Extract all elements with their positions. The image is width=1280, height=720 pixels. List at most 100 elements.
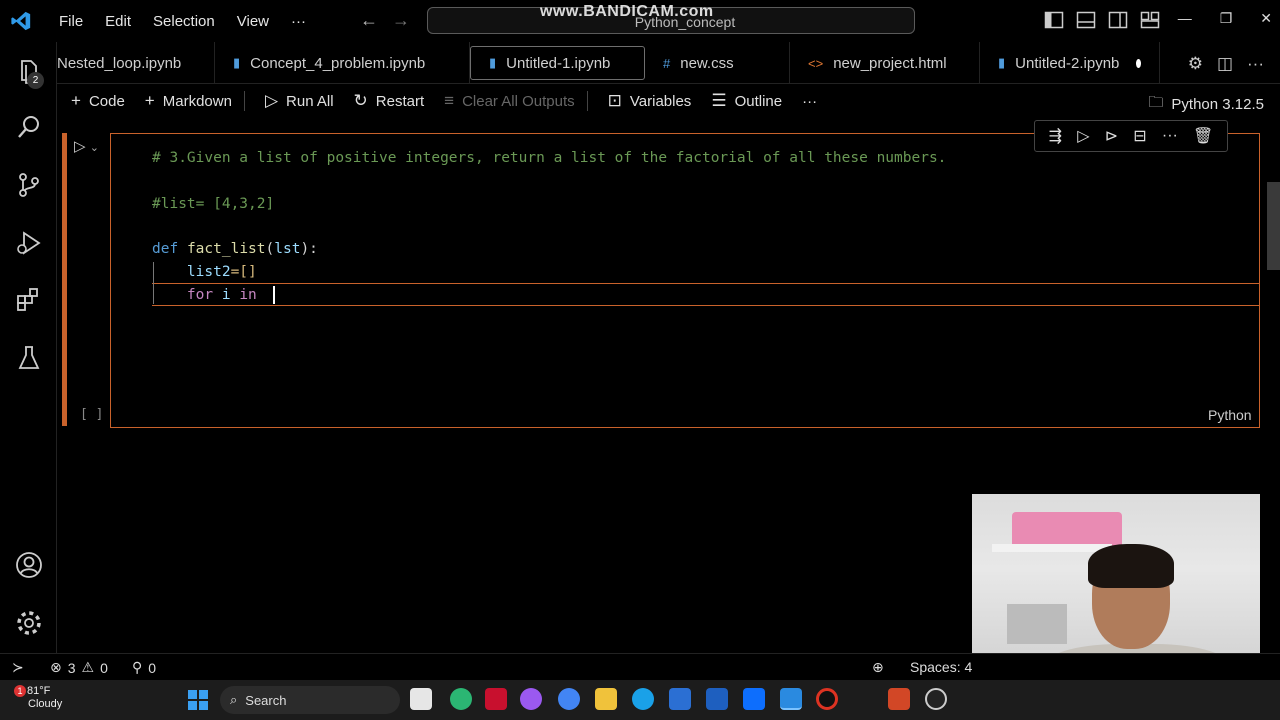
app-l-icon[interactable]	[706, 688, 728, 710]
vscode-logo-icon[interactable]	[10, 10, 32, 32]
tab-label: Nested_loop.ipynb	[57, 54, 182, 72]
menu-more[interactable]: ···	[280, 13, 317, 30]
unsaved-dot-icon[interactable]	[1136, 58, 1141, 68]
editor-tabs: Nested_loop.ipynb ▮ Concept_4_problem.ip…	[57, 42, 1280, 84]
tab-nested-loop[interactable]: Nested_loop.ipynb	[57, 42, 215, 84]
taskbar-search[interactable]: ⌕ Search	[220, 686, 400, 714]
source-control-icon[interactable]	[14, 170, 44, 200]
extensions-icon[interactable]	[14, 285, 44, 315]
run-cell-button[interactable]: ▷ ⌄	[74, 137, 99, 155]
text-cursor	[273, 286, 275, 304]
split-cell-icon[interactable]: ⊟	[1133, 126, 1146, 146]
cell-more-icon[interactable]: ···	[1162, 127, 1178, 145]
code-editor[interactable]: # 3.Given a list of positive integers, r…	[152, 147, 946, 307]
problems-indicator[interactable]: ⊗ 3 ⚠ 0	[50, 659, 108, 676]
menu-edit[interactable]: Edit	[94, 13, 142, 30]
toggle-primary-sidebar-icon[interactable]	[1044, 11, 1064, 29]
webcam-shelf	[992, 544, 1112, 552]
outline-label: Outline	[734, 92, 783, 110]
clear-all-outputs-button[interactable]: ≡ Clear All Outputs	[444, 91, 574, 111]
store-icon[interactable]	[669, 688, 691, 710]
cell-language-label[interactable]: Python	[1208, 407, 1252, 423]
variables-button[interactable]: ⊡ Variables	[608, 91, 692, 111]
activity-bar: 2	[0, 42, 57, 653]
settings-gear-icon[interactable]: ⚙	[1188, 54, 1203, 74]
back-arrow-icon[interactable]: ←	[360, 10, 378, 31]
weather-condition: Cloudy	[28, 698, 63, 710]
tab-label: Concept_4_problem.ipynb	[250, 54, 426, 72]
delete-cell-trash-icon[interactable]: 🗑	[1193, 126, 1213, 146]
plus-icon: +	[71, 91, 81, 110]
cell-toolbar: ⇶ ▷ ⊳ ⊟ ··· 🗑	[1034, 120, 1228, 152]
windows-start-icon[interactable]	[188, 690, 208, 710]
customize-layout-icon[interactable]	[1140, 11, 1160, 29]
account-icon[interactable]	[14, 550, 44, 580]
bandicam-icon[interactable]	[816, 688, 838, 710]
remote-indicator[interactable]: ≻	[12, 659, 24, 676]
chrome-icon[interactable]	[558, 688, 580, 710]
outline-button[interactable]: ☰ Outline	[711, 91, 782, 111]
toggle-panel-icon[interactable]	[1076, 11, 1096, 29]
temperature: 81°F	[27, 685, 51, 697]
edge-icon[interactable]	[632, 688, 654, 710]
weather-widget[interactable]: 1 81°F Cloudy	[14, 685, 65, 711]
restart-button[interactable]: ↻ Restart	[354, 91, 425, 111]
execute-below-icon[interactable]: ▷	[1077, 126, 1089, 146]
chatgpt-icon[interactable]	[450, 688, 472, 710]
menu-view[interactable]: View	[226, 13, 280, 30]
menu-bar: File Edit Selection View ···	[48, 13, 317, 30]
kernel-picker[interactable]: 🗀 Python 3.12.5	[1148, 92, 1264, 117]
error-count: 3	[67, 659, 76, 676]
toggle-secondary-sidebar-icon[interactable]	[1108, 11, 1128, 29]
window-controls: — ❐ ✕	[1178, 10, 1272, 27]
vertical-scrollbar[interactable]	[1267, 182, 1280, 270]
close-icon[interactable]: ✕	[1260, 10, 1272, 27]
menu-selection[interactable]: Selection	[142, 13, 226, 30]
tab-label: new_project.html	[833, 54, 947, 72]
toolbar-more-button[interactable]: ···	[802, 93, 817, 110]
run-debug-icon[interactable]	[14, 228, 44, 258]
tab-untitled-2[interactable]: ▮ Untitled-2.ipynb	[980, 42, 1160, 84]
clear-all-outputs-label: Clear All Outputs	[462, 92, 575, 110]
minimize-icon[interactable]: —	[1178, 10, 1192, 27]
tab-new-project-html[interactable]: <> new_project.html	[790, 42, 980, 84]
notebook-icon: ▮	[489, 55, 497, 70]
title-bar: File Edit Selection View ··· ← → Python_…	[0, 0, 1280, 42]
manage-gear-icon[interactable]	[14, 608, 44, 638]
more-actions-icon[interactable]: ···	[1247, 54, 1264, 74]
task-view-icon[interactable]	[410, 688, 432, 710]
copilot-icon[interactable]	[520, 688, 542, 710]
media-player-icon[interactable]	[925, 688, 947, 710]
file-explorer-icon[interactable]	[595, 688, 617, 710]
tab-label: Untitled-2.ipynb	[1015, 54, 1120, 72]
tab-untitled-1[interactable]: ▮ Untitled-1.ipynb	[470, 46, 645, 80]
chevron-down-icon[interactable]: ⌄	[90, 142, 99, 154]
tab-new-css[interactable]: # new.css	[645, 42, 790, 84]
split-editor-icon[interactable]: ◫	[1217, 54, 1233, 74]
dropbox-icon[interactable]	[743, 688, 765, 710]
bandicam-watermark: www.BANDICAM.com	[540, 3, 714, 20]
tab-concept-4-problem[interactable]: ▮ Concept_4_problem.ipynb	[215, 42, 470, 84]
mcafee-icon[interactable]	[485, 688, 507, 710]
plus-icon: +	[144, 91, 155, 110]
forward-arrow-icon[interactable]: →	[392, 10, 410, 31]
indentation-indicator[interactable]: Spaces: 4	[910, 659, 972, 675]
ports-indicator[interactable]: ⚲ 0	[132, 659, 156, 676]
add-markdown-cell-button[interactable]: + Markdown	[145, 91, 232, 111]
testing-flask-icon[interactable]	[14, 343, 44, 373]
powerpoint-icon[interactable]	[888, 688, 910, 710]
ports-antenna-icon: ⚲	[132, 659, 143, 675]
add-code-cell-button[interactable]: + Code	[71, 91, 125, 111]
css-icon: #	[663, 55, 671, 71]
execute-above-icon[interactable]: ⇶	[1049, 126, 1062, 146]
run-all-button[interactable]: ▷ Run All	[265, 91, 334, 111]
vscode-taskbar-icon[interactable]	[780, 688, 802, 710]
zoom-indicator[interactable]: ⊕	[872, 659, 884, 676]
execute-cell-below-icon[interactable]: ⊳	[1105, 126, 1118, 146]
menu-file[interactable]: File	[48, 13, 94, 30]
search-icon[interactable]	[14, 112, 44, 142]
status-bar: ≻ ⊗ 3 ⚠ 0 ⚲ 0 ⊕ Spaces: 4	[0, 653, 1280, 680]
restore-icon[interactable]: ❐	[1220, 10, 1233, 27]
